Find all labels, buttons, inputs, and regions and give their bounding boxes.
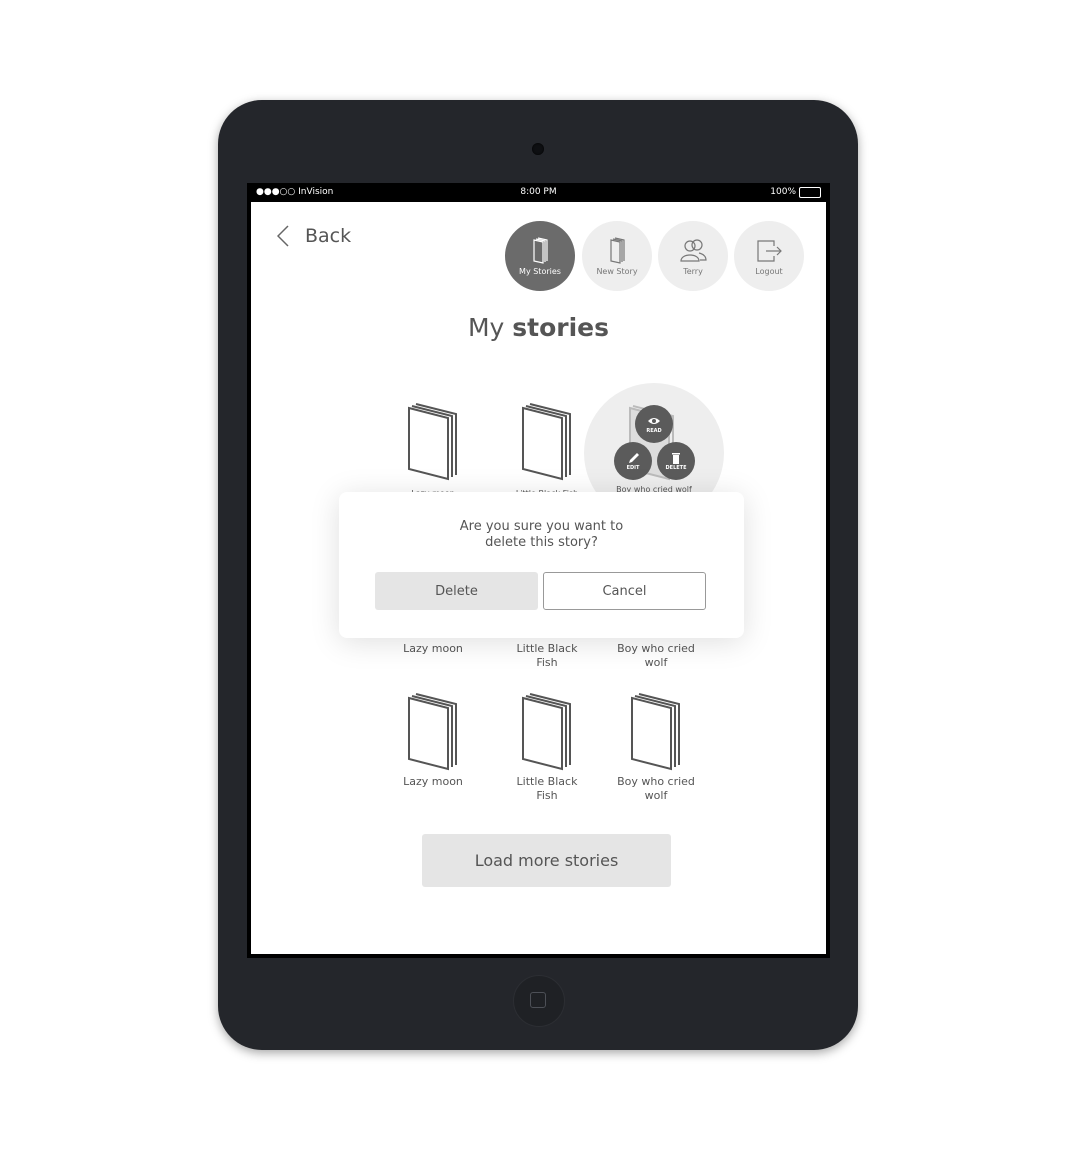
story-item[interactable]: Lazy moon <box>373 403 493 501</box>
story-title: Boy who cried wolf <box>617 642 695 669</box>
story-item[interactable]: Little Black Fish <box>487 638 607 670</box>
story-item[interactable]: Boy who cried wolf <box>596 638 716 670</box>
story-title: Little Black Fish <box>516 642 578 669</box>
story-item[interactable]: Little Black Fish <box>487 693 607 803</box>
edit-label: EDIT <box>626 464 640 471</box>
book-icon <box>533 236 548 264</box>
clock-label: 8:00 PM <box>520 187 557 197</box>
app-screen: ●●●○○ InVision 8:00 PM 100% Back My Stor… <box>247 183 830 958</box>
battery-icon <box>799 187 821 198</box>
title-light: My <box>467 313 505 342</box>
read-label: READ <box>646 427 662 434</box>
story-title: Lazy moon <box>403 775 463 788</box>
story-item[interactable]: Lazy moon <box>373 638 493 656</box>
book-icon <box>408 693 457 771</box>
cancel-button[interactable]: Cancel <box>543 572 706 610</box>
load-more-button[interactable]: Load more stories <box>422 834 671 887</box>
back-label: Back <box>305 225 352 247</box>
story-title: Boy who cried wolf <box>617 775 695 802</box>
story-item[interactable]: Lazy moon <box>373 693 493 789</box>
page-title: My stories <box>251 313 826 342</box>
dialog-message: Are you sure you want to delete this sto… <box>459 519 624 550</box>
logout-icon <box>757 239 782 262</box>
nav-label: Logout <box>755 266 783 276</box>
nav-terry[interactable]: Terry <box>658 221 728 291</box>
book-icon <box>408 403 457 481</box>
nav-my-stories[interactable]: My Stories <box>505 221 575 291</box>
home-button[interactable] <box>513 975 565 1027</box>
story-title: Little Black Fish <box>516 775 578 802</box>
title-bold: stories <box>512 313 610 342</box>
story-item[interactable]: Boy who cried wolf <box>596 693 716 803</box>
edit-button[interactable]: EDIT <box>614 442 652 480</box>
trash-icon <box>672 452 680 464</box>
read-button[interactable]: READ <box>635 405 673 443</box>
nav-label: My Stories <box>519 266 561 276</box>
battery-percent: 100% <box>770 187 796 197</box>
confirm-delete-button[interactable]: Delete <box>375 572 538 610</box>
eye-icon <box>648 417 660 424</box>
nav-logout[interactable]: Logout <box>734 221 804 291</box>
new-book-icon <box>610 236 625 264</box>
battery-indicator: 100% <box>770 183 821 202</box>
status-bar: ●●●○○ InVision 8:00 PM 100% <box>251 183 826 202</box>
users-icon <box>680 238 707 262</box>
book-icon <box>631 693 680 771</box>
pencil-icon <box>629 452 639 463</box>
camera-icon <box>532 143 544 155</box>
delete-story-button[interactable]: DELETE <box>657 442 695 480</box>
book-icon <box>522 693 571 771</box>
back-button[interactable]: Back <box>277 225 351 247</box>
story-title: Lazy moon <box>403 642 463 655</box>
nav-label: New Story <box>596 266 638 276</box>
confirm-delete-dialog: Are you sure you want to delete this sto… <box>339 492 744 638</box>
book-icon <box>522 403 571 481</box>
delete-label: DELETE <box>665 464 687 471</box>
chevron-left-icon <box>277 225 289 247</box>
nav-label: Terry <box>683 266 703 276</box>
home-square-icon <box>530 992 546 1008</box>
nav-new-story[interactable]: New Story <box>582 221 652 291</box>
